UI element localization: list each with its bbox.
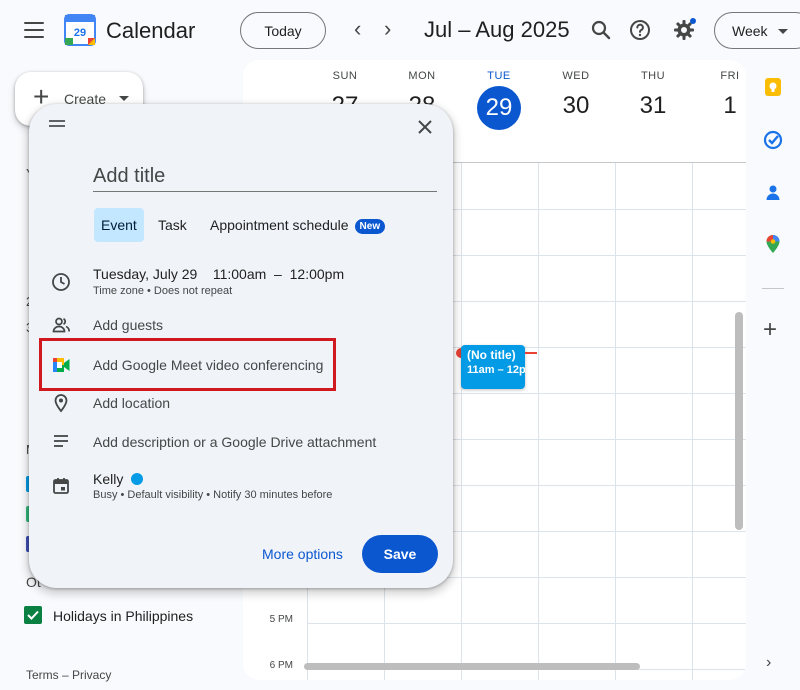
add-guests-button[interactable]: Add guests [93, 317, 163, 333]
calendar-icon [53, 478, 69, 494]
day-name: THU [640, 70, 666, 82]
grid-column-line [461, 163, 462, 680]
rail-divider [762, 288, 784, 289]
search-icon[interactable] [589, 18, 613, 42]
help-icon[interactable] [628, 18, 652, 42]
time-label: 5 PM [269, 614, 293, 625]
day-name: TUE [487, 70, 511, 82]
add-location-button[interactable]: Add location [93, 395, 170, 411]
vertical-scrollbar[interactable] [735, 312, 743, 530]
close-icon[interactable] [414, 116, 436, 138]
chevron-right-icon[interactable]: › [766, 654, 771, 672]
keep-icon[interactable] [763, 77, 783, 97]
more-options-button[interactable]: More options [262, 546, 343, 562]
top-bar: 29 Calendar Today ‹ › Jul – Aug 2025 Wee… [0, 0, 800, 62]
new-badge: New [354, 219, 386, 234]
availability-visibility-notify[interactable]: Busy • Default visibility • Notify 30 mi… [93, 489, 332, 501]
day-header-thu[interactable]: THU 31 [615, 70, 691, 120]
current-time-line [525, 352, 537, 354]
drag-handle-icon[interactable] [49, 120, 65, 130]
day-number[interactable]: 30 [538, 92, 614, 120]
calendar-owner[interactable]: Kelly [93, 471, 144, 487]
calendar-owner-name: Kelly [93, 471, 124, 487]
save-button[interactable]: Save [362, 535, 438, 573]
event-time: 11am – 12pm [467, 364, 525, 376]
event-title-input[interactable] [93, 162, 437, 192]
app-title: Calendar [106, 18, 196, 43]
day-number-today[interactable]: 29 [477, 86, 521, 130]
grid-column-line [615, 163, 616, 680]
day-header-fri[interactable]: FRI 1 [692, 70, 746, 120]
time-label: 6 PM [269, 660, 293, 671]
checkmark-icon [27, 610, 39, 620]
holiday-calendar-label: Holidays in Philippines [53, 608, 194, 624]
chevron-down-icon [777, 29, 788, 35]
today-button[interactable]: Today [240, 12, 326, 49]
contacts-icon[interactable] [763, 182, 783, 202]
maps-icon[interactable] [763, 234, 783, 254]
grid-column-line [692, 163, 693, 680]
holiday-checkbox[interactable] [24, 606, 42, 624]
calendar-color-dot [131, 473, 144, 485]
quick-event-dialog: Event Task Appointment schedule New Tuesd… [29, 104, 453, 588]
clock-icon [52, 273, 70, 291]
grid-hour-line [307, 623, 746, 624]
day-name: WED [562, 70, 590, 82]
day-name: MON [408, 70, 436, 82]
add-description-button[interactable]: Add description or a Google Drive attach… [93, 434, 376, 450]
description-icon [54, 435, 68, 447]
main-menu-icon[interactable] [24, 22, 44, 38]
chevron-down-icon [119, 96, 129, 101]
tab-appointment-schedule[interactable]: Appointment schedule New [203, 208, 392, 242]
highlight-annotation-box [39, 338, 336, 391]
date-range-title: Jul – Aug 2025 [424, 17, 570, 42]
view-selector-label: Week [732, 22, 768, 39]
grid-column-line [538, 163, 539, 680]
day-header-wed[interactable]: WED 30 [538, 70, 614, 120]
tasks-icon[interactable] [763, 130, 783, 150]
horizontal-scrollbar[interactable] [304, 663, 640, 670]
day-header-tue[interactable]: TUE 29 [461, 70, 537, 130]
location-pin-icon [54, 394, 68, 413]
day-number[interactable]: 1 [692, 92, 746, 120]
next-week-button[interactable]: › [384, 18, 391, 40]
event-datetime[interactable]: Tuesday, July 29 11:00am – 12:00pm [93, 266, 344, 282]
tab-event[interactable]: Event [94, 208, 144, 242]
day-name: FRI [720, 70, 740, 82]
settings-gear-icon[interactable] [672, 18, 696, 42]
tab-task[interactable]: Task [151, 208, 194, 242]
day-name: SUN [332, 70, 358, 82]
tab-appointment-label: Appointment schedule [210, 217, 349, 233]
view-selector-button[interactable]: Week [714, 12, 800, 49]
event-title: (No title) [467, 348, 516, 362]
timezone-repeat-info[interactable]: Time zone • Does not repeat [93, 285, 232, 297]
footer-links[interactable]: Terms – Privacy [26, 668, 111, 682]
day-number[interactable]: 31 [615, 92, 691, 120]
logo-day: 29 [74, 27, 86, 39]
event-chip[interactable]: (No title) 11am – 12pm [461, 345, 525, 389]
previous-week-button[interactable]: ‹ [354, 18, 361, 40]
add-addon-plus-icon[interactable]: + [763, 318, 777, 342]
guests-icon [52, 317, 70, 333]
calendar-logo-icon[interactable]: 29 [64, 14, 96, 46]
